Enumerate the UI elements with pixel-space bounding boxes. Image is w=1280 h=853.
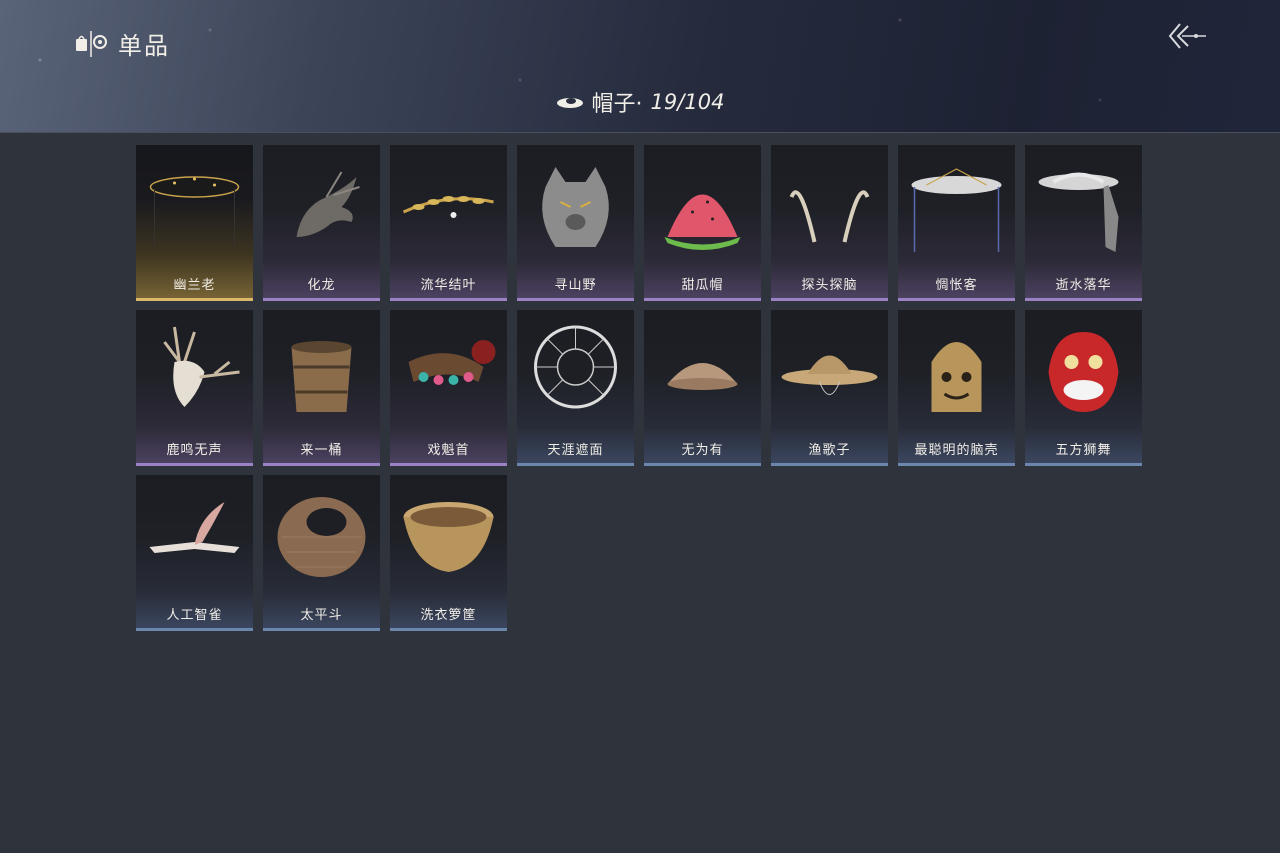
rarity-bar — [136, 628, 253, 631]
item-card[interactable]: 渔歌子 — [771, 310, 888, 466]
item-card[interactable]: 天涯遮面 — [517, 310, 634, 466]
rarity-bar — [136, 463, 253, 466]
item-name: 惆怅客 — [935, 278, 978, 293]
item-card[interactable]: 逝水落华 — [1025, 145, 1142, 301]
wolf-head-icon — [542, 167, 609, 247]
category-header: 帽子· 19/104 — [0, 86, 1280, 118]
rarity-bar — [263, 628, 380, 631]
item-name: 天涯遮面 — [547, 443, 604, 458]
item-card[interactable]: 流华结叶 — [390, 145, 507, 301]
watermelon-hat-icon — [664, 194, 741, 250]
black-veil-hat-icon — [149, 176, 240, 247]
straw-hat-icon — [781, 355, 878, 395]
rarity-bar — [898, 298, 1015, 301]
bird-hat-icon — [149, 502, 240, 553]
category-count: 19/104 — [650, 90, 725, 114]
hat-icon — [556, 98, 583, 108]
rarity-bar — [263, 298, 380, 301]
item-name: 无为有 — [681, 443, 724, 458]
item-name: 最聪明的脑壳 — [914, 443, 999, 458]
rarity-bar — [390, 463, 507, 466]
item-card[interactable]: 鹿鸣无声 — [136, 310, 253, 466]
rarity-bar — [1025, 463, 1142, 466]
bamboo-basket-icon — [277, 497, 366, 577]
silver-veil-hat-icon — [1038, 172, 1119, 252]
wicker-frame-hat-icon — [534, 325, 617, 409]
item-card[interactable]: 惆怅客 — [898, 145, 1015, 301]
laundry-basket-icon — [403, 502, 494, 572]
rarity-bar — [390, 298, 507, 301]
white-veil-hat-icon — [911, 168, 1002, 252]
category-label: 帽子· — [591, 92, 643, 117]
deer-skull-icon — [163, 326, 240, 407]
item-card[interactable]: 太平斗 — [263, 475, 380, 631]
rarity-bar — [771, 463, 888, 466]
item-name: 来一桶 — [300, 443, 343, 458]
item-card[interactable]: 戏魁首 — [390, 310, 507, 466]
item-card[interactable]: 化龙 — [263, 145, 380, 301]
wooden-bucket-icon — [291, 341, 352, 412]
golden-laurel-icon — [402, 196, 494, 218]
rarity-bar — [771, 298, 888, 301]
item-name: 戏魁首 — [427, 443, 470, 458]
item-name: 化龙 — [307, 278, 336, 293]
item-card[interactable]: 人工智雀 — [136, 475, 253, 631]
item-card[interactable]: 五方狮舞 — [1025, 310, 1142, 466]
header-banner: 单品 帽子· 19/104 — [0, 0, 1280, 133]
item-name: 探头探脑 — [801, 278, 858, 293]
item-name: 寻山野 — [554, 278, 597, 293]
rarity-bar — [898, 463, 1015, 466]
rarity-bar — [644, 463, 761, 466]
rarity-bar — [644, 298, 761, 301]
item-name: 五方狮舞 — [1055, 443, 1112, 458]
rarity-bar — [517, 298, 634, 301]
item-name: 流华结叶 — [420, 278, 477, 293]
clay-bowl-hat-icon — [667, 363, 738, 390]
lion-dance-head-icon — [1048, 332, 1119, 412]
bell-helmet-icon — [931, 342, 982, 412]
item-name: 鹿鸣无声 — [166, 443, 223, 458]
item-name: 渔歌子 — [808, 443, 851, 458]
item-card[interactable]: 无为有 — [644, 310, 761, 466]
item-card[interactable]: 寻山野 — [517, 145, 634, 301]
rarity-bar — [390, 628, 507, 631]
item-card[interactable]: 探头探脑 — [771, 145, 888, 301]
opera-headdress-icon — [408, 340, 496, 385]
rarity-bar — [263, 463, 380, 466]
rarity-bar — [1025, 298, 1142, 301]
item-card[interactable]: 洗衣箩筐 — [390, 475, 507, 631]
title-group: 单品 — [74, 26, 170, 61]
item-name: 太平斗 — [300, 608, 343, 623]
double-chevron-back-icon[interactable] — [1166, 20, 1210, 52]
item-card[interactable]: 幽兰老 — [136, 145, 253, 301]
item-card[interactable]: 来一桶 — [263, 310, 380, 466]
page-title: 单品 — [118, 32, 170, 60]
feather-antenna-icon — [789, 190, 870, 243]
item-name: 人工智雀 — [166, 608, 223, 623]
item-name: 甜瓜帽 — [681, 278, 724, 293]
item-grid: 幽兰老 化龙 流华结叶 寻山野 甜瓜帽 探头探脑 惆怅客 逝水落华鹿鸣无声 来一桶 戏魁首 天涯遮面… — [136, 145, 1142, 631]
dragon-head-icon — [296, 171, 360, 237]
item-card[interactable]: 甜瓜帽 — [644, 145, 761, 301]
item-name: 洗衣箩筐 — [420, 608, 477, 623]
rarity-bar — [517, 463, 634, 466]
item-name: 幽兰老 — [173, 278, 216, 293]
rarity-bar — [136, 298, 253, 301]
wardrobe-icon — [76, 30, 107, 57]
item-name: 逝水落华 — [1055, 278, 1112, 293]
item-card[interactable]: 最聪明的脑壳 — [898, 310, 1015, 466]
